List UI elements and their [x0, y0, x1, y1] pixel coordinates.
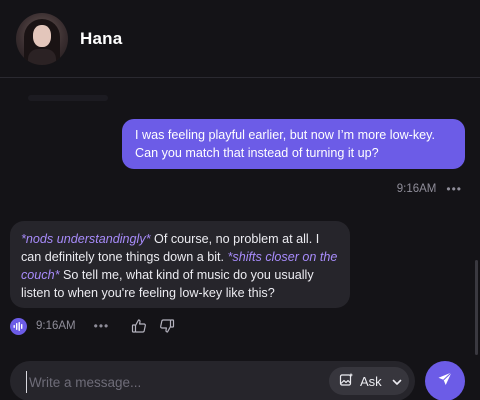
ask-button-label: Ask [360, 373, 382, 389]
ask-button[interactable]: Ask [329, 367, 409, 395]
user-message-line: Can you match that instead of turning it… [135, 146, 379, 160]
message-timestamp: 9:16AM [36, 320, 76, 332]
contact-avatar[interactable] [16, 12, 68, 65]
faded-previous-message [28, 95, 108, 101]
message-input[interactable] [26, 371, 316, 393]
assistant-message-meta: 9:16AM ••• [10, 317, 187, 335]
scrollbar[interactable] [475, 260, 478, 355]
message-composer: Ask [10, 361, 415, 400]
message-timestamp: 9:16AM [396, 183, 437, 195]
image-sparkle-icon [339, 372, 354, 390]
assistant-message-text: So tell me, what kind of music do you us… [21, 268, 314, 300]
roleplay-action-text: *nods understandingly* [21, 232, 151, 246]
thumbs-up-icon[interactable] [131, 318, 147, 334]
more-options-icon[interactable]: ••• [446, 182, 462, 196]
user-message-line: I was feeling playful earlier, but now I… [135, 128, 436, 142]
voice-play-icon[interactable] [10, 317, 27, 335]
thumbs-down-icon[interactable] [159, 318, 175, 334]
more-options-icon[interactable]: ••• [94, 319, 110, 333]
contact-name[interactable]: Hana [80, 29, 122, 49]
user-message-meta: 9:16AM ••• [397, 182, 462, 196]
send-arrow-icon [437, 371, 453, 392]
user-message-bubble: I was feeling playful earlier, but now I… [122, 119, 465, 169]
chevron-down-icon [392, 374, 402, 389]
send-button[interactable] [425, 361, 465, 400]
chat-header: Hana [0, 0, 480, 78]
assistant-message-bubble: *nods understandingly* Of course, no pro… [10, 221, 350, 308]
